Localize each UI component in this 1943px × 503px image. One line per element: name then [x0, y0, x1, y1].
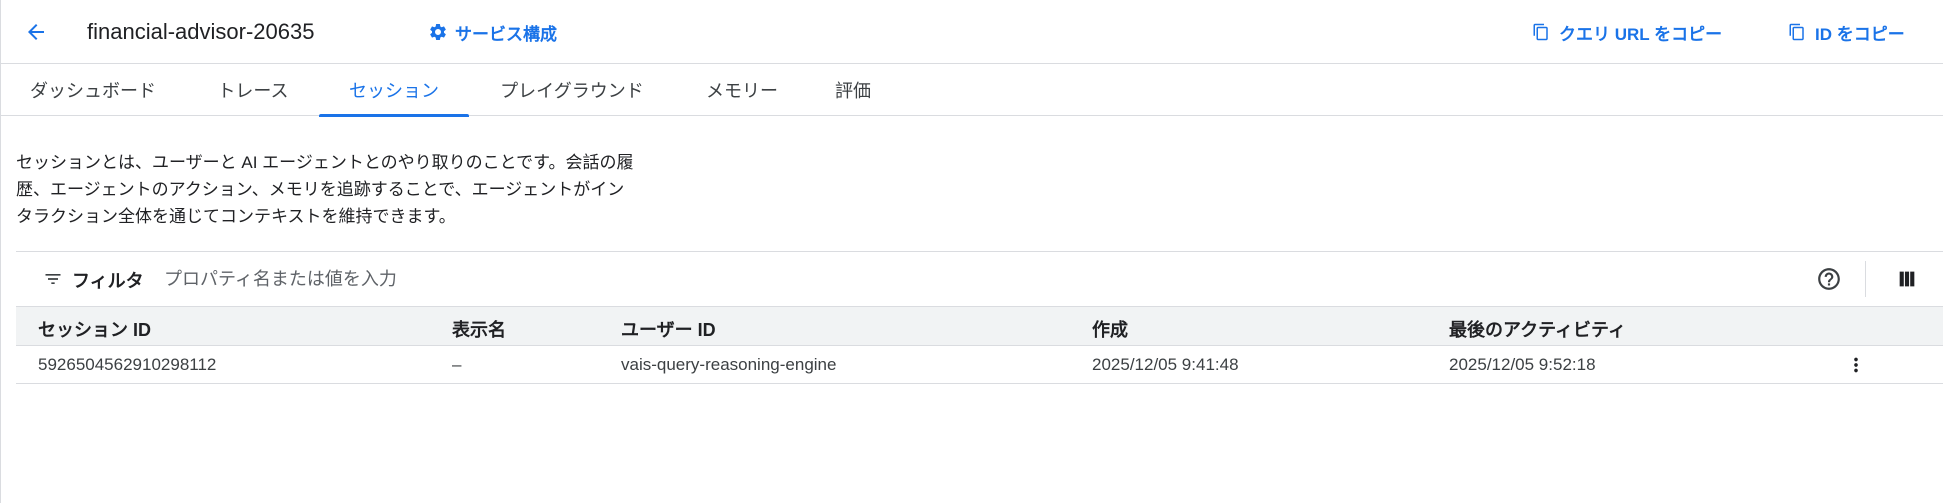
column-view-icon[interactable]: [1896, 268, 1918, 290]
filter-list-icon[interactable]: [43, 269, 63, 289]
tab-label: トレース: [217, 81, 289, 101]
copy-icon: [1533, 23, 1548, 41]
tab-dashboard[interactable]: ダッシュボード: [12, 64, 174, 116]
copy-query-url-label: クエリ URL をコピー: [1559, 24, 1723, 44]
user-id-cell: vais-query-reasoning-engine: [621, 355, 837, 374]
filter-label: フィルタ: [72, 271, 144, 291]
row-actions-button[interactable]: [1843, 352, 1869, 378]
description-line: タラクション全体を通じてコンテキストを維持できます。: [16, 207, 456, 226]
page-title: financial-advisor-20635: [87, 19, 315, 44]
tab-traces[interactable]: トレース: [197, 64, 309, 116]
display-name-cell: –: [452, 355, 462, 374]
column-header-display-name[interactable]: 表示名: [452, 316, 506, 342]
copy-query-url-button[interactable]: クエリ URL をコピー: [1532, 19, 1722, 45]
column-header-user-id[interactable]: ユーザー ID: [621, 316, 716, 342]
column-header-last-activity[interactable]: 最後のアクティビティ: [1449, 316, 1626, 342]
help-circle-icon[interactable]: [1816, 266, 1842, 292]
column-header-created[interactable]: 作成: [1092, 316, 1128, 342]
copy-id-button[interactable]: ID をコピー: [1788, 19, 1905, 45]
top-header: financial-advisor-20635 サービス構成 クエリ URL を…: [0, 0, 1943, 64]
copy-id-label: ID をコピー: [1815, 24, 1905, 44]
description-line: セッションとは、ユーザーと AI エージェントとのやり取りのことです。会話の履: [16, 153, 634, 172]
session-id-cell[interactable]: 5926504562910298112: [38, 355, 216, 375]
tab-sessions[interactable]: セッション: [319, 64, 469, 117]
gear-icon: [430, 23, 446, 40]
filter-input[interactable]: [164, 263, 864, 295]
table-header-row: セッション ID 表示名 ユーザー ID 作成 最後のアクティビティ: [16, 306, 1943, 346]
column-header-session-id[interactable]: セッション ID: [38, 316, 151, 342]
tab-memory[interactable]: メモリー: [686, 64, 798, 116]
tab-label: セッション: [349, 81, 439, 101]
table-row[interactable]: 5926504562910298112 – vais-query-reasoni…: [16, 346, 1943, 384]
service-config-button[interactable]: サービス構成: [428, 19, 557, 45]
tab-bar: ダッシュボード トレース セッション プレイグラウンド メモリー 評価: [0, 64, 1943, 117]
back-button[interactable]: [22, 18, 50, 46]
tab-label: ダッシュボード: [30, 81, 156, 101]
filter-bar: フィルタ: [16, 251, 1943, 306]
tab-evaluation[interactable]: 評価: [822, 64, 884, 116]
created-cell: 2025/12/05 9:41:48: [1092, 355, 1239, 374]
tab-playground[interactable]: プレイグラウンド: [478, 64, 666, 116]
tab-label: プレイグラウンド: [500, 81, 644, 101]
tab-label: 評価: [835, 81, 871, 101]
last-activity-cell: 2025/12/05 9:52:18: [1449, 355, 1596, 374]
sessions-table: セッション ID 表示名 ユーザー ID 作成 最後のアクティビティ 59265…: [16, 306, 1943, 384]
description-line: 歴、エージェントのアクション、メモリを追跡することで、エージェントがイン: [16, 180, 625, 199]
sessions-description: セッションとは、ユーザーと AI エージェントとのやり取りのことです。会話の履 …: [16, 149, 716, 230]
tab-label: メモリー: [706, 81, 778, 101]
toolbar-divider: [1865, 261, 1866, 297]
copy-icon: [1789, 23, 1804, 41]
service-config-label: サービス構成: [455, 24, 557, 44]
more-vert-icon: [1854, 357, 1858, 373]
arrow-left-icon: [28, 24, 44, 40]
